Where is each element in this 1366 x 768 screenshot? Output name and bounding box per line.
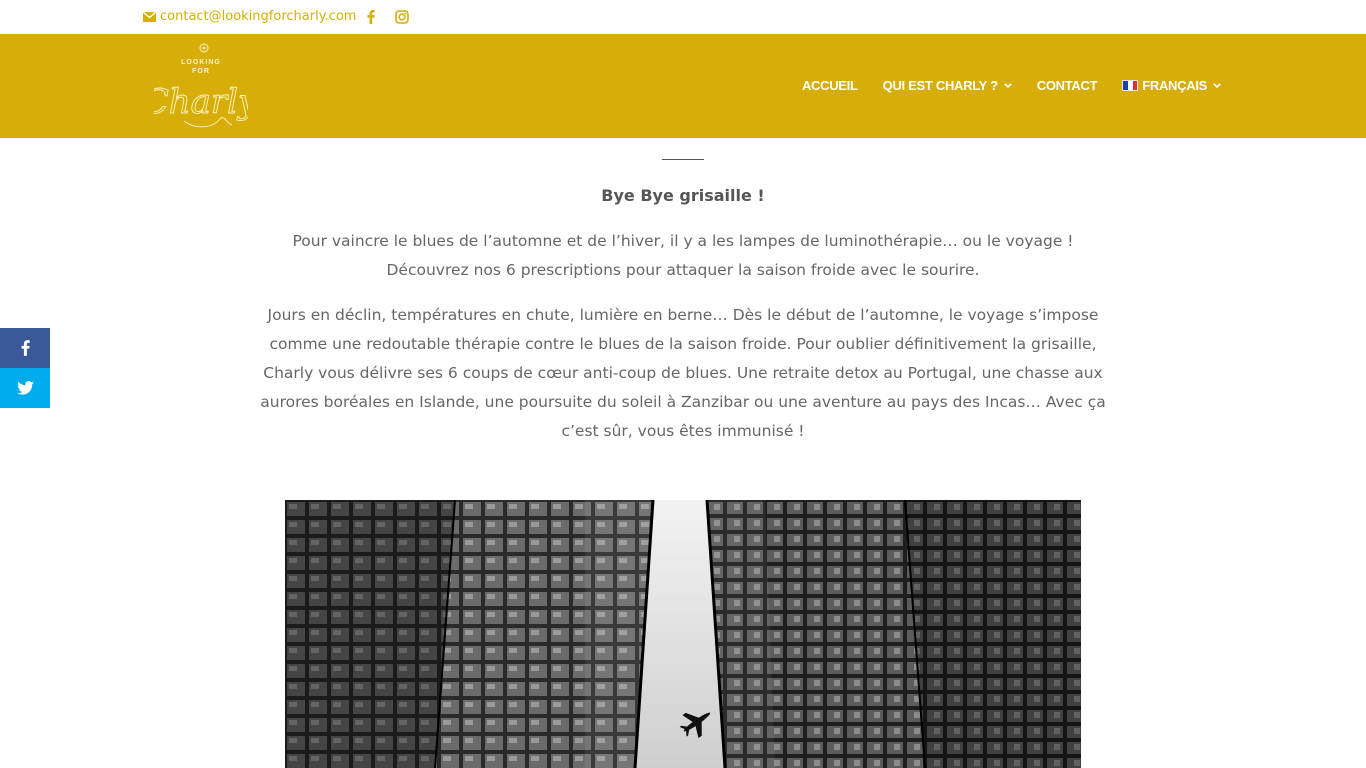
nav-item-label: CONTACT: [1036, 78, 1098, 93]
looking-for-charly-logo: LOOKING FOR Charly: [142, 43, 258, 128]
share-twitter-button[interactable]: [0, 368, 50, 408]
nav-item-label: ACCUEIL: [801, 78, 858, 93]
article-title: Bye Bye grisaille !: [601, 186, 765, 205]
instagram-icon: [395, 10, 409, 24]
facebook-icon: [367, 10, 375, 24]
facebook-link[interactable]: [367, 9, 375, 28]
article-intro: Pour vaincre le blues de l’automne et de…: [292, 232, 1074, 279]
contact-email-text: contact@lookingforcharly.com: [160, 9, 357, 24]
nav-item-language[interactable]: FRANÇAIS: [1122, 78, 1221, 93]
nav-item-qui-est-charly[interactable]: QUI EST CHARLY ?: [883, 78, 1012, 93]
facebook-icon: [21, 340, 30, 356]
twitter-icon: [16, 381, 34, 395]
nav-item-accueil[interactable]: ACCUEIL: [802, 78, 858, 93]
nav-item-label: QUI EST CHARLY ?: [882, 78, 998, 93]
title-divider: [662, 159, 704, 160]
contact-email-link[interactable]: contact@lookingforcharly.com: [143, 9, 356, 24]
main-header: LOOKING FOR Charly ACCUEIL QUI EST CHARL…: [0, 34, 1366, 138]
envelope-icon: [143, 11, 156, 22]
main-nav: ACCUEIL QUI EST CHARLY ? CONTACT FRANÇAI…: [777, 78, 1221, 93]
nav-item-contact[interactable]: CONTACT: [1036, 78, 1098, 93]
site-logo[interactable]: LOOKING FOR Charly: [142, 41, 258, 131]
article-body: Jours en déclin, températures en chute, …: [260, 306, 1106, 440]
chevron-down-icon: [1213, 83, 1221, 88]
logo-line-1: LOOKING: [181, 59, 221, 66]
skyscrapers-airplane-photo: [285, 500, 1081, 768]
share-facebook-button[interactable]: [0, 328, 50, 368]
logo-line-3: Charly: [154, 82, 248, 122]
hero-image: [285, 500, 1081, 768]
flag-fr-icon: [1122, 80, 1139, 91]
chevron-down-icon: [1003, 83, 1012, 88]
logo-line-2: FOR: [192, 68, 210, 75]
instagram-link[interactable]: [395, 9, 409, 28]
top-bar: contact@lookingforcharly.com: [0, 0, 1366, 34]
nav-item-label: FRANÇAIS: [1142, 78, 1207, 93]
